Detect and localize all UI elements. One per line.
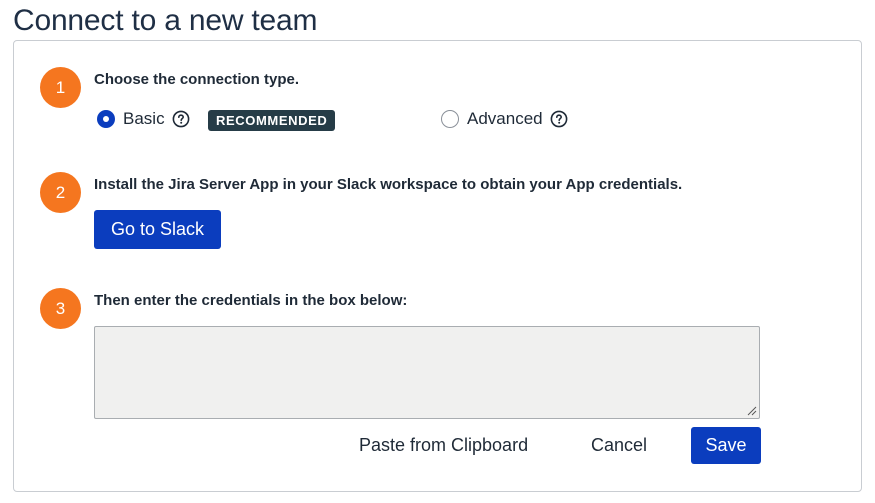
save-button[interactable]: Save (691, 427, 761, 464)
connect-team-panel (13, 40, 862, 492)
radio-option-basic[interactable]: Basic (97, 109, 190, 129)
step-2-badge: 2 (40, 172, 81, 213)
basic-label: Basic (123, 109, 165, 128)
go-to-slack-button[interactable]: Go to Slack (94, 210, 221, 249)
step-1-badge: 1 (40, 67, 81, 108)
step-1-text: Choose the connection type. (94, 71, 300, 88)
basic-radio[interactable] (97, 110, 115, 128)
step-2-text: Install the Jira Server App in your Slac… (94, 176, 683, 193)
paste-from-clipboard-button[interactable]: Paste from Clipboard (359, 435, 528, 456)
radio-option-advanced[interactable]: Advanced (441, 109, 568, 129)
help-circle-icon[interactable] (172, 110, 190, 128)
step-3-text: Then enter the credentials in the box be… (94, 292, 408, 309)
resize-grip-icon[interactable] (747, 406, 757, 416)
page-title: Connect to a new team (13, 4, 318, 37)
credentials-textarea[interactable] (94, 326, 760, 419)
step-3-badge: 3 (40, 288, 81, 329)
advanced-label: Advanced (467, 109, 543, 128)
help-circle-icon[interactable] (550, 110, 568, 128)
advanced-radio[interactable] (441, 110, 459, 128)
cancel-button[interactable]: Cancel (591, 435, 647, 456)
recommended-badge: RECOMMENDED (208, 110, 336, 131)
